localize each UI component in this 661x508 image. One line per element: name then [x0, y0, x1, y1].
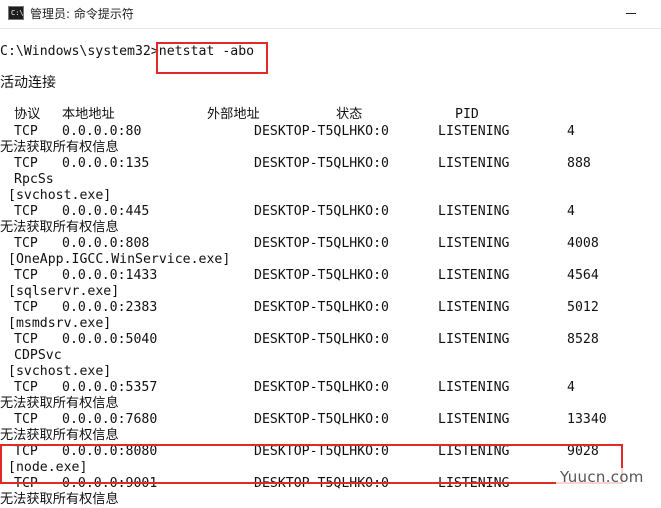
- process-info-line: 无法获取所有权信息: [0, 396, 119, 411]
- state-cell: LISTENING: [438, 236, 510, 251]
- foreign-address-cell: DESKTOP-T5QLHKO:0: [254, 332, 389, 347]
- header-state: 状态: [336, 107, 363, 122]
- foreign-address-cell: DESKTOP-T5QLHKO:0: [254, 204, 389, 219]
- header-foreign: 外部地址: [207, 107, 260, 122]
- foreign-address-cell: DESKTOP-T5QLHKO:0: [254, 268, 389, 283]
- proto-cell: TCP: [14, 268, 38, 283]
- proto-cell: TCP: [14, 236, 38, 251]
- foreign-address-cell: DESKTOP-T5QLHKO:0: [254, 236, 389, 251]
- process-info-line: [msmdsrv.exe]: [8, 316, 112, 331]
- process-info-line: [svchost.exe]: [8, 364, 112, 379]
- local-address-cell: 0.0.0.0:1433: [62, 268, 158, 283]
- local-address-cell: 0.0.0.0:135: [62, 156, 150, 171]
- pid-cell: 8528: [567, 332, 599, 347]
- local-address-cell: 0.0.0.0:808: [62, 236, 150, 251]
- local-address-cell: 0.0.0.0:5040: [62, 332, 158, 347]
- window-title: 管理员: 命令提示符: [30, 7, 134, 21]
- process-info-line: 无法获取所有权信息: [0, 220, 119, 235]
- process-info-line: CDPSvc: [14, 348, 62, 363]
- process-info-line: RpcSs: [14, 172, 54, 187]
- process-info-line: 无法获取所有权信息: [0, 492, 119, 507]
- foreign-address-cell: DESKTOP-T5QLHKO:0: [254, 412, 389, 427]
- state-cell: LISTENING: [438, 380, 510, 395]
- pid-cell: 4: [567, 204, 575, 219]
- local-address-cell: 0.0.0.0:80: [62, 124, 142, 139]
- watermark: Yuucn.com: [556, 468, 648, 486]
- state-cell: LISTENING: [438, 300, 510, 315]
- title-bar[interactable]: C:\ 管理员: 命令提示符: [0, 0, 661, 29]
- prompt-text: C:\Windows\system32>: [0, 44, 159, 59]
- foreign-address-cell: DESKTOP-T5QLHKO:0: [254, 156, 389, 171]
- foreign-address-cell: DESKTOP-T5QLHKO:0: [254, 300, 389, 315]
- cmd-app-icon: C:\: [8, 6, 24, 20]
- header-proto: 协议: [14, 107, 41, 122]
- local-address-cell: 0.0.0.0:2383: [62, 300, 158, 315]
- proto-cell: TCP: [14, 204, 38, 219]
- header-pid: PID: [455, 107, 479, 122]
- proto-cell: TCP: [14, 124, 38, 139]
- state-cell: LISTENING: [438, 124, 510, 139]
- state-cell: LISTENING: [438, 204, 510, 219]
- section-title: 活动连接: [0, 75, 56, 91]
- state-cell: LISTENING: [438, 412, 510, 427]
- row-highlight-box: [0, 444, 623, 484]
- pid-cell: 4008: [567, 236, 599, 251]
- proto-cell: TCP: [14, 412, 38, 427]
- local-address-cell: 0.0.0.0:7680: [62, 412, 158, 427]
- header-local: 本地地址: [62, 107, 115, 122]
- pid-cell: 4: [567, 124, 575, 139]
- pid-cell: 4564: [567, 268, 599, 283]
- proto-cell: TCP: [14, 332, 38, 347]
- pid-cell: 888: [567, 156, 591, 171]
- proto-cell: TCP: [14, 156, 38, 171]
- process-info-line: [OneApp.IGCC.WinService.exe]: [8, 252, 231, 267]
- process-info-line: [svchost.exe]: [8, 188, 112, 203]
- pid-cell: 4: [567, 380, 575, 395]
- foreign-address-cell: DESKTOP-T5QLHKO:0: [254, 380, 389, 395]
- state-cell: LISTENING: [438, 156, 510, 171]
- process-info-line: 无法获取所有权信息: [0, 428, 119, 443]
- foreign-address-cell: DESKTOP-T5QLHKO:0: [254, 124, 389, 139]
- minimize-button[interactable]: [612, 0, 652, 28]
- proto-cell: TCP: [14, 380, 38, 395]
- state-cell: LISTENING: [438, 332, 510, 347]
- command-highlight-box: [156, 42, 268, 74]
- local-address-cell: 0.0.0.0:445: [62, 204, 150, 219]
- pid-cell: 5012: [567, 300, 599, 315]
- process-info-line: [sqlservr.exe]: [8, 284, 120, 299]
- process-info-line: 无法获取所有权信息: [0, 140, 119, 155]
- proto-cell: TCP: [14, 300, 38, 315]
- state-cell: LISTENING: [438, 268, 510, 283]
- local-address-cell: 0.0.0.0:5357: [62, 380, 158, 395]
- pid-cell: 13340: [567, 412, 607, 427]
